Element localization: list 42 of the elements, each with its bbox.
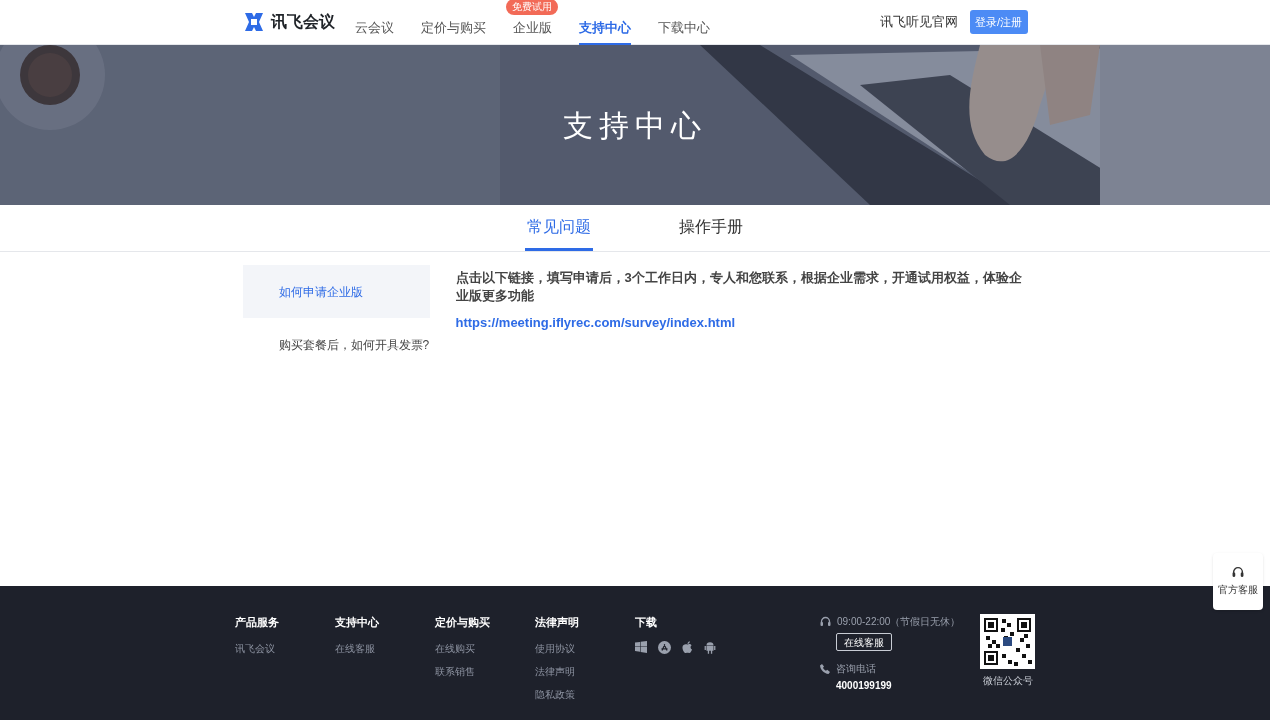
nav-link[interactable]: 云会议 xyxy=(354,17,394,45)
qr-code-icon xyxy=(980,614,1035,669)
nav-link[interactable]: 定价与购买 xyxy=(420,17,486,45)
footer-heading: 下载 xyxy=(635,615,658,630)
footer-heading: 法律声明 xyxy=(535,615,580,630)
login-button[interactable]: 登录/注册 xyxy=(969,10,1028,34)
windows-icon[interactable] xyxy=(635,641,647,653)
phone-icon xyxy=(820,663,830,674)
article-text: 点击以下链接，填写申请后，3个工作日内，专人和您联系，根据企业需求，开通试用权益，体验企业版更多功能 xyxy=(455,269,1023,305)
sidebar-item[interactable]: 如何申请企业版 xyxy=(242,265,430,318)
service-hours: 09:00-22:00（节假日无休） xyxy=(837,615,961,629)
survey-link[interactable]: https://meeting.iflyrec.com/survey/index.html xyxy=(455,313,1028,333)
footer-link[interactable]: 联系销售 xyxy=(435,663,535,679)
apple-icon[interactable] xyxy=(682,640,693,654)
headset-icon xyxy=(1232,566,1244,578)
footer-link[interactable]: 讯飞会议 xyxy=(235,640,335,656)
footer-heading: 产品服务 xyxy=(235,615,280,630)
phone-number: 4000199199 xyxy=(836,679,893,693)
footer-link[interactable]: 在线客服 xyxy=(335,640,435,656)
footer-link[interactable]: 法律声明 xyxy=(535,663,635,679)
hero-title: 支持中心 xyxy=(563,107,707,144)
site-link[interactable]: 讯飞听见官网 xyxy=(879,12,958,32)
sidebar-item[interactable]: 购买套餐后，如何开具发票? xyxy=(242,318,430,371)
footer-heading: 定价与购买 xyxy=(435,615,491,630)
online-service-button[interactable]: 在线客服 xyxy=(836,633,892,651)
footer-heading: 支持中心 xyxy=(335,615,380,630)
qr-caption: 微信公众号 xyxy=(982,674,1033,688)
app-store-icon[interactable] xyxy=(658,640,671,654)
tab[interactable]: 常见问题 xyxy=(525,205,593,251)
logo-text[interactable]: 讯飞会议 xyxy=(270,10,335,34)
nav-link[interactable]: 企业版 xyxy=(512,17,552,45)
headset-icon xyxy=(820,616,831,627)
logo-icon xyxy=(242,11,265,33)
tab[interactable]: 操作手册 xyxy=(677,205,745,251)
footer-link[interactable]: 在线购买 xyxy=(435,640,535,656)
footer-link[interactable]: 使用协议 xyxy=(535,640,635,656)
footer-link[interactable]: 隐私政策 xyxy=(535,686,635,702)
android-icon[interactable] xyxy=(704,640,716,654)
customer-service-widget[interactable]: 官方客服 xyxy=(1213,553,1263,610)
free-trial-badge: 免费试用 xyxy=(506,0,558,15)
nav-link[interactable]: 下载中心 xyxy=(657,17,710,45)
phone-label: 咨询电话 xyxy=(836,662,876,676)
